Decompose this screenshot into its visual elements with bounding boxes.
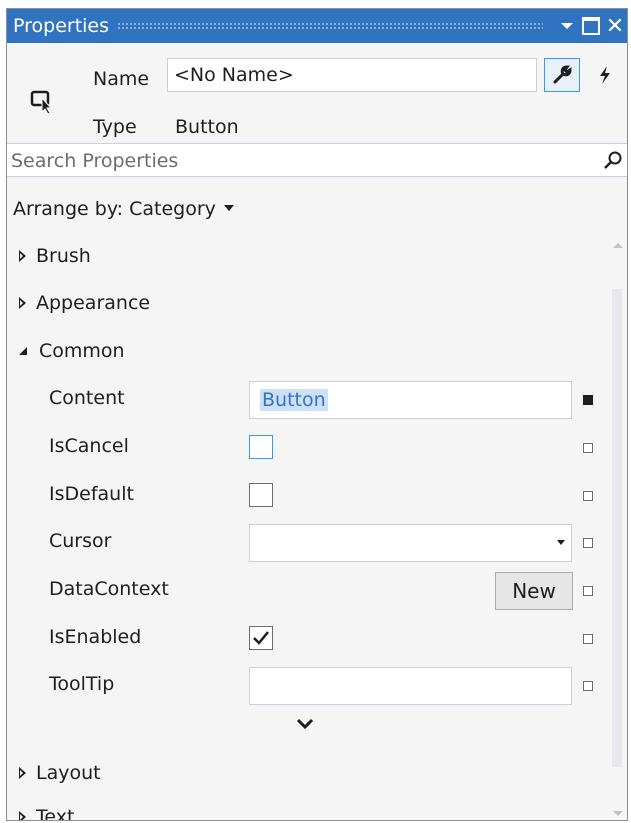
category-label: Appearance xyxy=(36,292,151,314)
type-value: Button xyxy=(175,116,239,138)
wrench-icon xyxy=(553,65,572,84)
collapse-triangle-icon xyxy=(19,347,27,355)
content-value: Button xyxy=(260,389,328,411)
advanced-options-marker[interactable] xyxy=(583,443,593,453)
chevron-down-icon[interactable] xyxy=(295,717,315,731)
new-datacontext-button[interactable]: New xyxy=(495,572,573,610)
property-label: IsCancel xyxy=(49,435,129,457)
events-view-button[interactable] xyxy=(587,58,623,92)
type-label: Type xyxy=(93,116,137,138)
property-row-isenabled: IsEnabled xyxy=(7,614,607,661)
content-input[interactable]: Button xyxy=(249,381,572,419)
arrange-by-dropdown[interactable]: Arrange by: Category xyxy=(7,194,234,224)
scroll-down-arrow-icon[interactable] xyxy=(613,811,623,816)
tooltip-input[interactable] xyxy=(249,667,572,705)
close-button[interactable]: ✕ xyxy=(603,9,627,43)
category-label: Text xyxy=(36,806,75,821)
iscancel-checkbox[interactable] xyxy=(249,435,273,459)
expand-triangle-icon xyxy=(19,811,26,820)
property-label: IsDefault xyxy=(49,483,134,505)
isenabled-checkbox[interactable] xyxy=(249,626,273,650)
category-text[interactable]: Text xyxy=(7,797,607,821)
advanced-options-marker[interactable] xyxy=(583,634,593,644)
category-common[interactable]: Common xyxy=(7,331,607,371)
cursor-dropdown[interactable] xyxy=(249,524,572,562)
category-brush[interactable]: Brush xyxy=(7,236,607,276)
isdefault-checkbox[interactable] xyxy=(249,483,273,507)
category-label: Common xyxy=(39,340,125,362)
caret-down-icon xyxy=(223,205,234,211)
search-icon[interactable] xyxy=(603,150,623,170)
vertical-scrollbar[interactable] xyxy=(607,231,627,820)
advanced-options-marker[interactable] xyxy=(583,395,593,405)
title-bar[interactable]: Properties ✕ xyxy=(7,9,627,43)
arrange-by-label: Arrange by: Category xyxy=(13,198,216,220)
category-appearance[interactable]: Appearance xyxy=(7,283,607,323)
maximize-button[interactable] xyxy=(579,9,603,43)
scroll-up-arrow-icon[interactable] xyxy=(613,243,623,248)
property-label: Cursor xyxy=(49,530,112,552)
dropdown-arrow-icon xyxy=(557,540,565,545)
expand-triangle-icon xyxy=(19,250,26,262)
advanced-options-marker[interactable] xyxy=(583,586,593,596)
property-categories: Brush Appearance Common Content Button I… xyxy=(7,231,627,821)
properties-panel: Properties ✕ Name <No Name> Type Button … xyxy=(6,8,628,821)
search-input[interactable]: Search Properties xyxy=(11,150,178,172)
name-field[interactable]: <No Name> xyxy=(167,58,537,92)
expand-triangle-icon xyxy=(19,297,26,309)
advanced-options-marker[interactable] xyxy=(583,538,593,548)
property-label: Content xyxy=(49,387,125,409)
property-row-cursor: Cursor xyxy=(7,518,607,565)
name-label: Name xyxy=(93,68,150,90)
property-row-iscancel: IsCancel xyxy=(7,423,607,470)
property-row-tooltip: ToolTip xyxy=(7,661,607,708)
lightning-icon xyxy=(600,66,610,84)
property-label: IsEnabled xyxy=(49,626,142,648)
category-label: Layout xyxy=(36,762,101,784)
window-position-dropdown-button[interactable] xyxy=(555,9,579,43)
properties-view-button[interactable] xyxy=(544,58,580,92)
category-label: Brush xyxy=(36,245,91,267)
search-bar: Search Properties xyxy=(7,143,627,177)
category-layout[interactable]: Layout xyxy=(7,753,607,793)
window-title: Properties xyxy=(13,15,110,37)
checkmark-icon xyxy=(253,631,269,645)
title-grip[interactable] xyxy=(117,22,543,30)
property-label: DataContext xyxy=(49,578,169,600)
properties-header: Name <No Name> Type Button xyxy=(7,43,627,143)
advanced-options-marker[interactable] xyxy=(583,681,593,691)
selection-cursor-icon xyxy=(30,90,53,115)
expand-triangle-icon xyxy=(19,767,26,779)
advanced-options-marker[interactable] xyxy=(583,491,593,501)
property-row-content: Content Button xyxy=(7,375,607,422)
property-label: ToolTip xyxy=(49,673,115,695)
property-row-isdefault: IsDefault xyxy=(7,471,607,518)
scrollbar-thumb[interactable] xyxy=(612,289,622,767)
property-row-datacontext: DataContext New xyxy=(7,566,607,613)
